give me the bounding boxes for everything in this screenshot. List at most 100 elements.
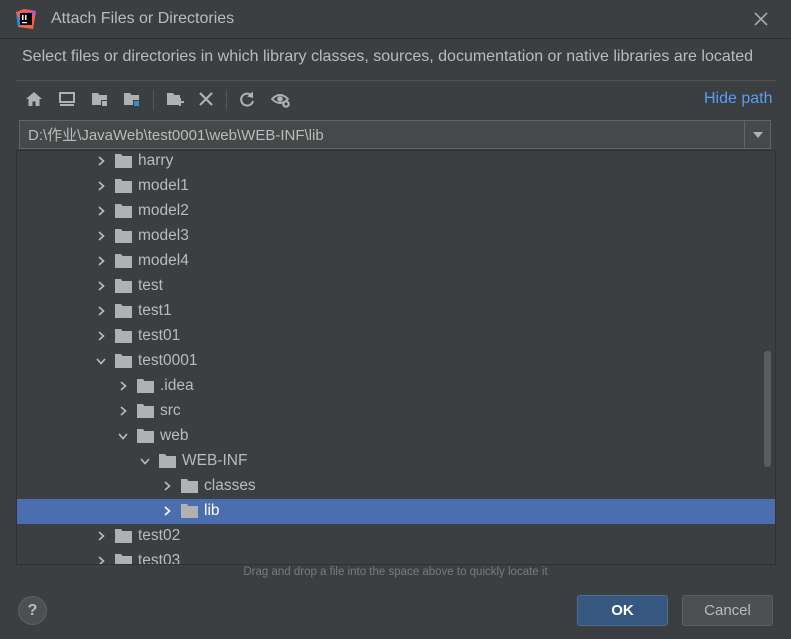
chevron-down-icon[interactable]: [116, 429, 130, 443]
project-folder-button[interactable]: [88, 87, 112, 111]
vertical-scrollbar[interactable]: [764, 351, 771, 467]
toolbar-separator: [226, 90, 227, 110]
chevron-down-icon[interactable]: [94, 354, 108, 368]
tree-row[interactable]: .idea: [17, 374, 775, 399]
tree-row-label: test: [138, 277, 163, 294]
tree-row-label: model2: [138, 202, 189, 219]
show-hidden-icon: [271, 94, 290, 108]
tree-row[interactable]: classes: [17, 474, 775, 499]
tree-row[interactable]: test01: [17, 324, 775, 349]
folder-icon: [181, 504, 198, 518]
folder-icon: [115, 254, 132, 268]
tree-row[interactable]: test: [17, 274, 775, 299]
home-icon: [26, 92, 42, 106]
tree-row-label: test03: [138, 552, 181, 565]
tree-row-label: harry: [138, 152, 174, 169]
folder-icon: [137, 429, 154, 443]
chevron-right-icon[interactable]: [160, 504, 174, 518]
close-icon: [754, 12, 768, 26]
cancel-button[interactable]: Cancel: [682, 595, 773, 626]
chevron-right-icon[interactable]: [94, 529, 108, 543]
chevron-right-icon[interactable]: [116, 404, 130, 418]
refresh-button[interactable]: [235, 87, 259, 111]
close-button[interactable]: [750, 8, 772, 30]
folder-icon: [115, 154, 132, 168]
chevron-down-icon: [752, 131, 763, 138]
dialog-title: Attach Files or Directories: [51, 10, 235, 27]
tree-row[interactable]: lib: [17, 499, 775, 524]
tree-row[interactable]: model3: [17, 224, 775, 249]
chevron-right-icon[interactable]: [94, 254, 108, 268]
path-input[interactable]: [20, 121, 744, 148]
delete-button[interactable]: [194, 87, 218, 111]
tree-row-label: src: [160, 402, 181, 419]
chevron-right-icon[interactable]: [94, 329, 108, 343]
tree-row-label: model3: [138, 227, 189, 244]
tree-row[interactable]: model4: [17, 249, 775, 274]
folder-icon: [115, 529, 132, 543]
folder-icon: [115, 554, 132, 564]
folder-icon: [115, 279, 132, 293]
chevron-right-icon[interactable]: [160, 479, 174, 493]
folder-icon: [137, 404, 154, 418]
tree-row-label: WEB-INF: [182, 452, 248, 469]
folder-icon: [115, 329, 132, 343]
chevron-right-icon[interactable]: [94, 154, 108, 168]
file-tree[interactable]: harry model1 model2 model3 model4 test test1 te…: [16, 150, 776, 565]
folder-icon: [115, 304, 132, 318]
hide-path-link[interactable]: Hide path: [704, 90, 773, 108]
tree-row-label: classes: [204, 477, 256, 494]
tree-row[interactable]: web: [17, 424, 775, 449]
tree-row-label: test1: [138, 302, 172, 319]
chevron-right-icon[interactable]: [94, 279, 108, 293]
module-folder-button[interactable]: [120, 87, 144, 111]
tree-row[interactable]: WEB-INF: [17, 449, 775, 474]
module-folder-icon: [124, 93, 140, 107]
dialog-description: Select files or directories in which lib…: [22, 48, 753, 65]
delete-icon: [199, 92, 213, 106]
tree-row-label: test02: [138, 527, 181, 544]
divider: [16, 80, 776, 81]
path-combobox: [19, 120, 771, 149]
tree-row[interactable]: test0001: [17, 349, 775, 374]
title-bar: Attach Files or Directories: [0, 0, 791, 39]
toolbar-separator: [153, 90, 154, 110]
tree-row[interactable]: model1: [17, 174, 775, 199]
tree-row[interactable]: test03: [17, 549, 775, 565]
tree-row-label: model1: [138, 177, 189, 194]
folder-icon: [181, 479, 198, 493]
show-hidden-button[interactable]: [269, 87, 293, 111]
folder-icon: [159, 454, 176, 468]
chevron-right-icon[interactable]: [94, 204, 108, 218]
project-folder-icon: [92, 93, 108, 107]
tree-row-label: test01: [138, 327, 181, 344]
chevron-right-icon[interactable]: [116, 379, 130, 393]
tree-row-label: test0001: [138, 352, 198, 369]
chevron-right-icon[interactable]: [94, 554, 108, 565]
intellij-logo-icon: [16, 9, 36, 29]
folder-icon: [115, 204, 132, 218]
tree-row-label: model4: [138, 252, 189, 269]
new-folder-button[interactable]: [163, 87, 187, 111]
tree-row-label: web: [160, 427, 189, 444]
folder-icon: [115, 354, 132, 368]
ok-button[interactable]: OK: [577, 595, 668, 626]
folder-icon: [115, 229, 132, 243]
toolbar: [22, 87, 622, 113]
home-button[interactable]: [22, 87, 46, 111]
chevron-right-icon[interactable]: [94, 304, 108, 318]
chevron-right-icon[interactable]: [94, 229, 108, 243]
tree-row-label: lib: [204, 502, 220, 519]
help-button[interactable]: ?: [18, 596, 47, 625]
desktop-icon: [59, 92, 75, 106]
tree-row[interactable]: test1: [17, 299, 775, 324]
folder-icon: [137, 379, 154, 393]
tree-row[interactable]: harry: [17, 151, 775, 174]
tree-row[interactable]: test02: [17, 524, 775, 549]
tree-row[interactable]: model2: [17, 199, 775, 224]
path-dropdown-button[interactable]: [745, 121, 770, 148]
tree-row[interactable]: src: [17, 399, 775, 424]
chevron-down-icon[interactable]: [138, 454, 152, 468]
desktop-button[interactable]: [55, 87, 79, 111]
chevron-right-icon[interactable]: [94, 179, 108, 193]
